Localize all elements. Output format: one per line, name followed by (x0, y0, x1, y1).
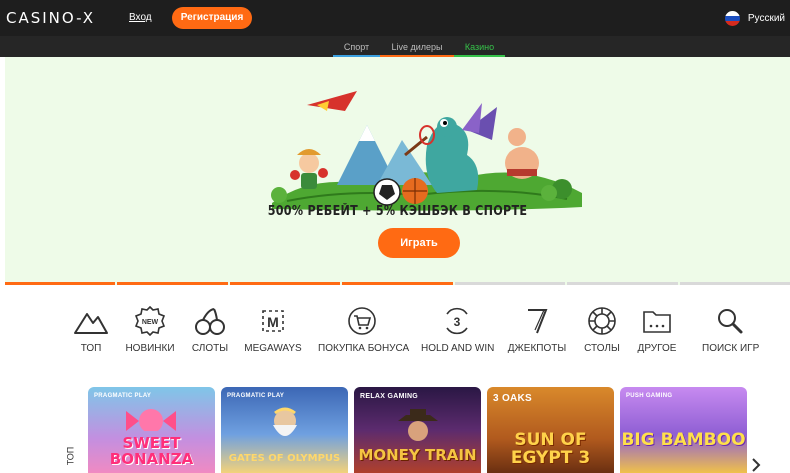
slide-dot[interactable] (5, 282, 116, 285)
language-label: Русский (747, 13, 785, 24)
search-icon (718, 309, 743, 334)
new-badge-icon: NEW (134, 306, 166, 336)
category-label: ДРУГОЕ (637, 343, 677, 354)
game-provider: PUSH GAMING (626, 393, 673, 399)
candy-icon (126, 409, 176, 431)
slide-dot[interactable] (117, 282, 228, 285)
tab-casino[interactable]: Казино (454, 36, 505, 57)
slide-indicators (5, 282, 790, 285)
tab-live-dealers[interactable]: Live дилеры (380, 36, 454, 57)
product-nav: Спорт Live дилеры Казино (0, 36, 790, 57)
category-jackpots[interactable]: ДЖЕКПОТЫ (507, 306, 567, 354)
category-bar: ТОП NEW НОВИНКИ СЛОТЫ M MEGAWAYS ПОКУПКА… (0, 306, 790, 366)
category-label: НОВИНКИ (125, 343, 175, 354)
svg-text:M: M (267, 314, 279, 330)
tab-casino-label: Казино (464, 42, 495, 52)
svg-text:3: 3 (454, 315, 461, 329)
category-label: СЛОТЫ (191, 343, 229, 354)
slide-dot[interactable] (342, 282, 453, 285)
tab-live-dealers-label: Live дилеры (391, 42, 443, 52)
game-card[interactable]: PRAGMATIC PLAY GATES OF OLYMPUS (221, 387, 348, 473)
category-hold-and-win[interactable]: 3 HOLD AND WIN (421, 306, 495, 354)
cherries-icon (195, 308, 225, 335)
category-label: ТОП (80, 343, 102, 354)
cart-icon (348, 307, 376, 335)
promo-illustration (271, 91, 582, 211)
category-other[interactable]: ДРУГОЕ (637, 306, 677, 354)
promo-headline: 500% РЕБЕЙТ + 5% КЭШБЭК В СПОРТЕ (267, 204, 528, 219)
game-provider: RELAX GAMING (360, 393, 419, 400)
folder-icon (643, 311, 671, 333)
category-new[interactable]: NEW НОВИНКИ (124, 306, 176, 354)
game-title: MONEY TRAIN (358, 446, 477, 464)
megaways-icon: M (262, 310, 284, 332)
play-button[interactable]: Играть (378, 228, 460, 258)
chevron-right-icon[interactable] (750, 458, 762, 472)
zeus-icon (273, 407, 297, 436)
section-side-label: ТОП (65, 443, 83, 471)
russia-flag-icon (724, 11, 740, 26)
slide-dot[interactable] (229, 282, 341, 285)
category-label: ПОКУПКА БОНУСА (318, 343, 410, 354)
register-button[interactable]: Регистрация (172, 7, 252, 29)
side-label-text: ТОП (65, 446, 76, 466)
mountain-icon (74, 313, 108, 334)
game-card[interactable]: PRAGMATIC PLAY SWEET BONANZA (88, 387, 215, 473)
site-logo[interactable]: CASINO-X (6, 9, 95, 27)
category-slots[interactable]: СЛОТЫ (190, 306, 230, 354)
category-label: ПОИСК ИГР (702, 343, 760, 354)
game-provider: 3 OAKS (493, 393, 533, 404)
chip-icon (588, 307, 616, 335)
hold-and-win-icon: 3 (446, 307, 468, 335)
slide-dot[interactable] (567, 282, 678, 285)
category-label: ДЖЕКПОТЫ (507, 343, 567, 354)
game-title: SUN OF EGYPT 3 (510, 430, 591, 468)
category-label: СТОЛЫ (584, 343, 620, 354)
game-provider: PRAGMATIC PLAY (94, 393, 152, 399)
games-row: PRAGMATIC PLAY SWEET BONANZA PRAGMATIC P… (88, 387, 748, 473)
slide-dot[interactable] (679, 282, 790, 285)
game-provider: PRAGMATIC PLAY (227, 393, 285, 399)
cowboy-icon (398, 409, 438, 441)
game-title: BIG BAMBOO (621, 430, 746, 450)
category-megaways[interactable]: M MEGAWAYS (244, 306, 302, 354)
login-link[interactable]: Вход (129, 12, 152, 23)
tab-sport-label: Спорт (343, 42, 370, 52)
game-card[interactable]: 3 OAKS SUN OF EGYPT 3 (487, 387, 614, 473)
top-bar: CASINO-X Вход Регистрация Русский (0, 0, 790, 36)
game-card[interactable]: RELAX GAMING MONEY TRAIN (354, 387, 481, 473)
tab-sport[interactable]: Спорт (333, 36, 380, 57)
category-tables[interactable]: СТОЛЫ (582, 306, 622, 354)
slide-dot[interactable] (454, 282, 566, 285)
game-title: SWEET BONANZA (109, 434, 194, 468)
category-label: HOLD AND WIN (421, 343, 495, 354)
category-top[interactable]: ТОП (72, 306, 110, 354)
language-selector[interactable]: Русский (724, 11, 785, 26)
promo-banner[interactable]: 500% РЕБЕЙТ + 5% КЭШБЭК В СПОРТЕ Играть (5, 57, 790, 285)
svg-text:NEW: NEW (142, 319, 159, 326)
category-bonus-buy[interactable]: ПОКУПКА БОНУСА (318, 306, 410, 354)
game-card[interactable]: PUSH GAMING BIG BAMBOO (620, 387, 747, 473)
seven-icon (528, 309, 548, 334)
category-search[interactable]: ПОИСК ИГР (702, 306, 760, 354)
category-label: MEGAWAYS (244, 343, 302, 354)
game-title: GATES OF OLYMPUS (228, 453, 341, 464)
